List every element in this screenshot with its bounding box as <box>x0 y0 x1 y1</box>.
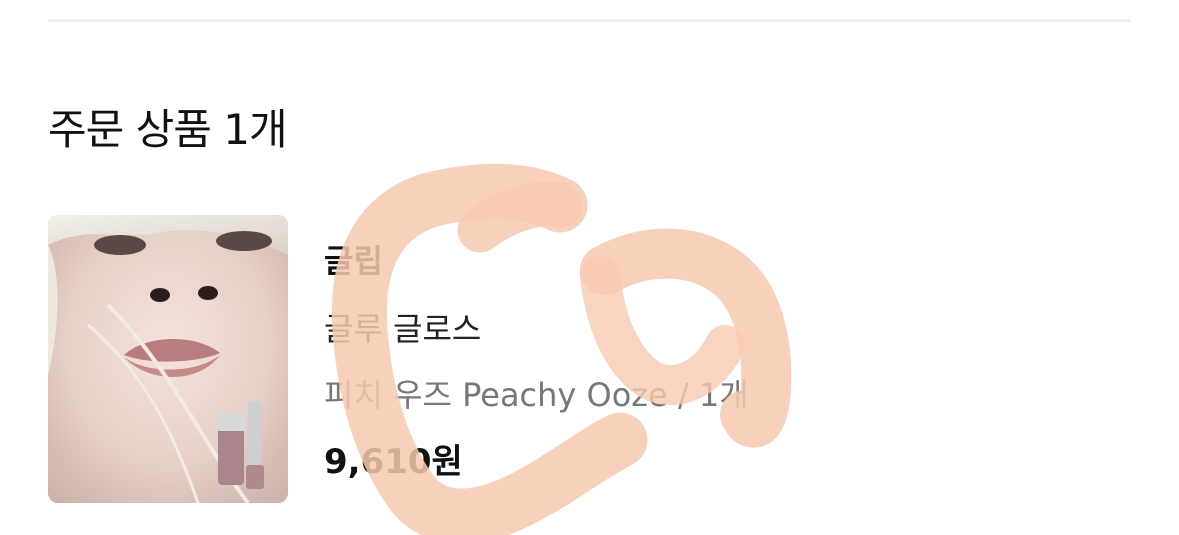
product-price: 9,610원 <box>324 442 463 482</box>
product-name[interactable]: 글루 글로스 <box>324 307 481 351</box>
product-thumbnail[interactable] <box>48 215 288 503</box>
brand-name[interactable]: 글립 <box>324 239 383 283</box>
product-image <box>48 215 288 503</box>
product-option: 피치 우즈 Peachy Ooze / 1개 <box>324 376 749 414</box>
order-item[interactable]: 글립 글루 글로스 피치 우즈 Peachy Ooze / 1개 9,610원 <box>48 215 1131 503</box>
top-divider <box>48 19 1131 22</box>
order-items-title: 주문 상품 1개 <box>48 105 288 154</box>
